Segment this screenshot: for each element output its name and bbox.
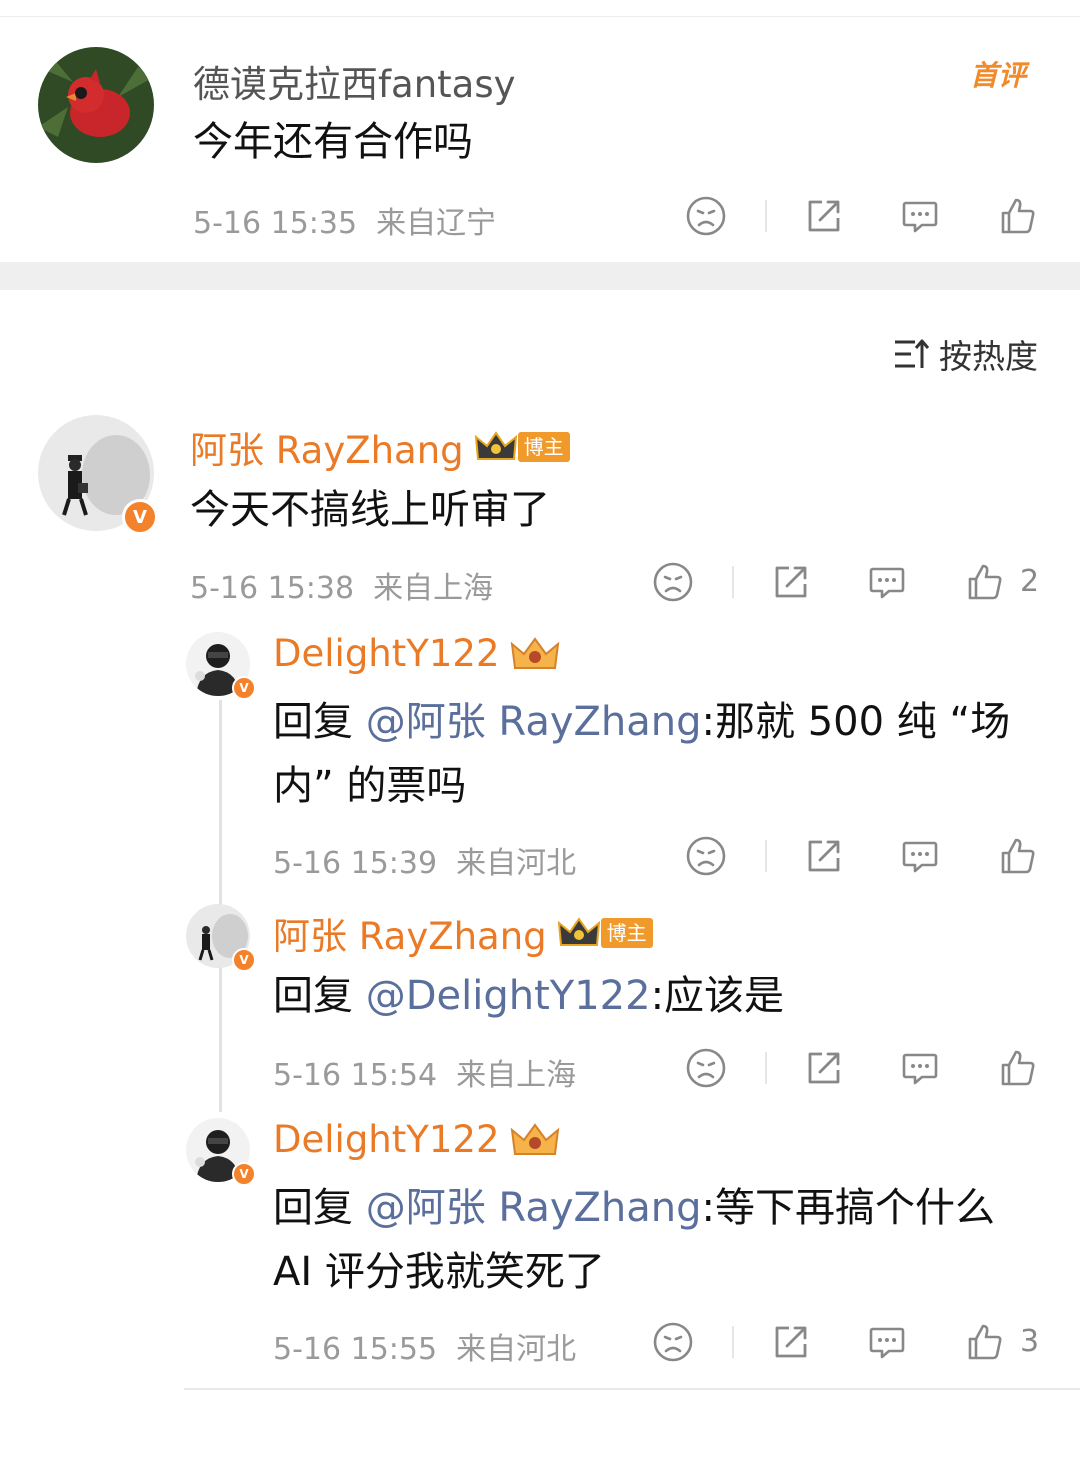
username[interactable]: 阿张 RayZhang (190, 420, 464, 474)
action-separator (732, 566, 734, 598)
comment-location: 来自辽宁 (376, 206, 497, 241)
comment-icon[interactable] (898, 194, 942, 238)
username[interactable]: 德谟克拉西fantasy (193, 54, 516, 108)
comment-meta: 5-16 15:35 来自辽宁 (193, 198, 496, 242)
like-count: 2 (1020, 564, 1040, 599)
reply-prefix: 回复 (273, 1185, 353, 1231)
comment-location: 来自河北 (456, 846, 577, 881)
comment-text: 今年还有合作吗 (193, 119, 473, 165)
section-divider (0, 262, 1080, 290)
verified-icon: V (122, 499, 158, 535)
reply-content: :等下再搞个什么 (701, 1185, 996, 1231)
comment-meta: 5-16 15:39 来自河北 (273, 838, 576, 882)
reply-content: :应该是 (650, 973, 785, 1019)
avatar-wrapper[interactable]: V (186, 1118, 256, 1186)
comment-meta: 5-16 15:38 来自上海 (190, 563, 493, 607)
first-comment-badge: 首评 (970, 59, 1027, 92)
blogger-tag: 博主 (600, 918, 653, 948)
share-icon[interactable] (802, 194, 846, 238)
thumbs-up-icon[interactable] (995, 194, 1039, 238)
reply-content-line2: 内” 的票吗 (273, 763, 467, 809)
share-icon[interactable] (769, 1320, 813, 1364)
like-count: 3 (1020, 1324, 1040, 1359)
thumbs-up-icon[interactable] (962, 560, 1006, 604)
crown-icon (474, 431, 517, 460)
bottom-divider-line (184, 1388, 1080, 1390)
sort-toggle[interactable]: 按热度 (893, 330, 1038, 378)
avatar-wrapper[interactable]: V (38, 415, 158, 535)
action-separator (765, 200, 767, 232)
share-icon[interactable] (769, 560, 813, 604)
reply-content-line2: AI 评分我就笑死了 (273, 1249, 605, 1295)
comment-time: 5-16 15:38 (190, 571, 355, 606)
reply-prefix: 回复 (273, 973, 353, 1019)
thumbs-up-icon[interactable] (995, 834, 1039, 878)
mention-link[interactable]: @DelightY122 (366, 973, 651, 1019)
username[interactable]: 阿张 RayZhang (273, 906, 547, 960)
dislike-face-icon[interactable] (684, 1046, 728, 1090)
sort-icon (895, 339, 929, 368)
comment-meta: 5-16 15:55 来自河北 (273, 1324, 576, 1368)
comment-icon[interactable] (898, 834, 942, 878)
action-separator (732, 1326, 734, 1358)
reply-text: 回复 @阿张 RayZhang:那就 500 纯 “场 内” 的票吗 (273, 690, 1043, 818)
verified-icon: V (232, 1162, 256, 1186)
username[interactable]: DelightY122 (273, 632, 499, 675)
dislike-face-icon[interactable] (684, 194, 728, 238)
comment-meta: 5-16 15:54 来自上海 (273, 1050, 576, 1094)
comment-icon[interactable] (865, 560, 909, 604)
comment-icon[interactable] (865, 1320, 909, 1364)
comment-time: 5-16 15:54 (273, 1058, 438, 1093)
dislike-face-icon[interactable] (651, 1320, 695, 1364)
thumbs-up-icon[interactable] (995, 1046, 1039, 1090)
blogger-badge: 博主 (474, 429, 570, 465)
user-line: DelightY122 (273, 1118, 561, 1161)
mention-link[interactable]: @阿张 RayZhang (366, 699, 702, 745)
comment-time: 5-16 15:55 (273, 1332, 438, 1367)
crown-icon (511, 636, 560, 669)
avatar-wrapper[interactable]: V (186, 632, 256, 700)
verified-icon: V (232, 948, 256, 972)
reply-content: :那就 500 纯 “场 (701, 699, 1011, 745)
dislike-face-icon[interactable] (651, 560, 695, 604)
dislike-face-icon[interactable] (684, 834, 728, 878)
blogger-tag: 博主 (517, 432, 570, 462)
comment-text: 今天不搞线上听审了 (190, 487, 550, 533)
comment-time: 5-16 15:35 (193, 206, 358, 241)
reply-text: 回复 @DelightY122:应该是 (273, 964, 784, 1028)
comment-location: 来自上海 (373, 571, 494, 606)
blogger-badge: 博主 (557, 915, 653, 951)
avatar-wrapper[interactable]: V (186, 904, 256, 972)
crown-icon (511, 1122, 560, 1155)
user-line: 阿张 RayZhang 博主 (273, 906, 653, 960)
top-divider-line (0, 16, 1080, 17)
avatar[interactable] (38, 47, 154, 163)
username[interactable]: DelightY122 (273, 1118, 499, 1161)
thumbs-up-icon[interactable] (962, 1320, 1006, 1364)
sort-label: 按热度 (939, 337, 1038, 376)
comment-time: 5-16 15:39 (273, 846, 438, 881)
reply-prefix: 回复 (273, 699, 353, 745)
share-icon[interactable] (802, 834, 846, 878)
verified-icon: V (232, 676, 256, 700)
action-separator (765, 840, 767, 872)
comment-location: 来自上海 (456, 1058, 577, 1093)
comment-icon[interactable] (898, 1046, 942, 1090)
user-line: DelightY122 (273, 632, 561, 675)
user-line: 阿张 RayZhang 博主 (190, 420, 570, 474)
crown-icon (557, 917, 600, 946)
share-icon[interactable] (802, 1046, 846, 1090)
reply-text: 回复 @阿张 RayZhang:等下再搞个什么 AI 评分我就笑死了 (273, 1176, 1043, 1304)
mention-link[interactable]: @阿张 RayZhang (366, 1185, 702, 1231)
action-separator (765, 1052, 767, 1084)
comment-location: 来自河北 (456, 1332, 577, 1367)
